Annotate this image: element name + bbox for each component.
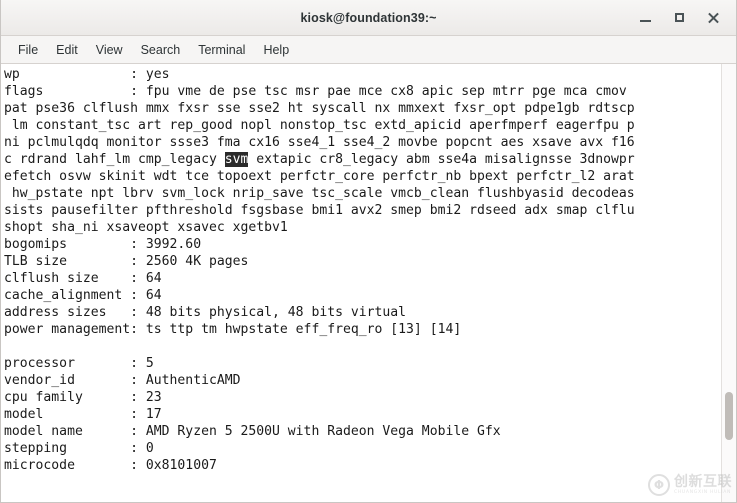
terminal-area: wp : yes flags : fpu vme de pse tsc msr p… xyxy=(1,64,736,502)
terminal-line: flags : fpu vme de pse tsc msr pae mce c… xyxy=(4,84,627,99)
terminal-window: kiosk@foundation39:~ File Edit View Sear… xyxy=(0,0,737,503)
terminal-line: cpu family : 23 xyxy=(4,390,162,405)
close-icon xyxy=(707,12,719,24)
terminal-line: c rdrand lahf_lm cmp_legacy svm extapic … xyxy=(4,152,635,167)
menu-item-terminal[interactable]: Terminal xyxy=(189,40,254,60)
minimize-button[interactable] xyxy=(628,3,662,33)
maximize-icon xyxy=(674,13,684,22)
terminal-line: model name : AMD Ryzen 5 2500U with Rade… xyxy=(4,424,501,439)
maximize-button[interactable] xyxy=(662,3,696,33)
menu-item-file[interactable]: File xyxy=(9,40,47,60)
terminal-line: shopt sha_ni xsaveopt xsavec xgetbv1 xyxy=(4,220,288,235)
minimize-icon xyxy=(639,20,651,22)
window-controls xyxy=(628,0,730,35)
terminal-line: cache_alignment : 64 xyxy=(4,288,162,303)
menu-item-view[interactable]: View xyxy=(87,40,132,60)
close-button[interactable] xyxy=(696,3,730,33)
terminal-line: model : 17 xyxy=(4,407,162,422)
terminal-line: clflush size : 64 xyxy=(4,271,162,286)
menu-item-help[interactable]: Help xyxy=(254,40,298,60)
menu-item-edit[interactable]: Edit xyxy=(47,40,87,60)
terminal-line: processor : 5 xyxy=(4,356,154,371)
terminal-line: hw_pstate npt lbrv svm_lock nrip_save ts… xyxy=(4,186,635,201)
titlebar[interactable]: kiosk@foundation39:~ xyxy=(1,0,736,36)
scrollbar-thumb[interactable] xyxy=(725,392,733,440)
terminal-line: pat pse36 clflush mmx fxsr sse sse2 ht s… xyxy=(4,101,635,116)
terminal-output[interactable]: wp : yes flags : fpu vme de pse tsc msr p… xyxy=(1,64,721,502)
terminal-line: vendor_id : AuthenticAMD xyxy=(4,373,241,388)
terminal-line: microcode : 0x8101007 xyxy=(4,458,217,473)
terminal-line: TLB size : 2560 4K pages xyxy=(4,254,249,269)
window-title: kiosk@foundation39:~ xyxy=(300,10,437,25)
terminal-line: wp : yes xyxy=(4,67,170,82)
terminal-line: sists pausefilter pfthreshold fsgsbase b… xyxy=(4,203,635,218)
terminal-line: bogomips : 3992.60 xyxy=(4,237,202,252)
terminal-line: ni pclmulqdq monitor ssse3 fma cx16 sse4… xyxy=(4,135,635,150)
menu-item-search[interactable]: Search xyxy=(132,40,190,60)
menubar: File Edit View Search Terminal Help xyxy=(1,36,736,64)
terminal-line: efetch osvw skinit wdt tce topoext perfc… xyxy=(4,169,635,184)
terminal-scrollbar[interactable] xyxy=(721,64,736,502)
terminal-line: power management: ts ttp tm hwpstate eff… xyxy=(4,322,462,337)
terminal-line: lm constant_tsc art rep_good nopl nonsto… xyxy=(4,118,635,133)
search-match-highlight: svm xyxy=(224,152,249,167)
terminal-line: address sizes : 48 bits physical, 48 bit… xyxy=(4,305,407,320)
terminal-line: stepping : 0 xyxy=(4,441,154,456)
